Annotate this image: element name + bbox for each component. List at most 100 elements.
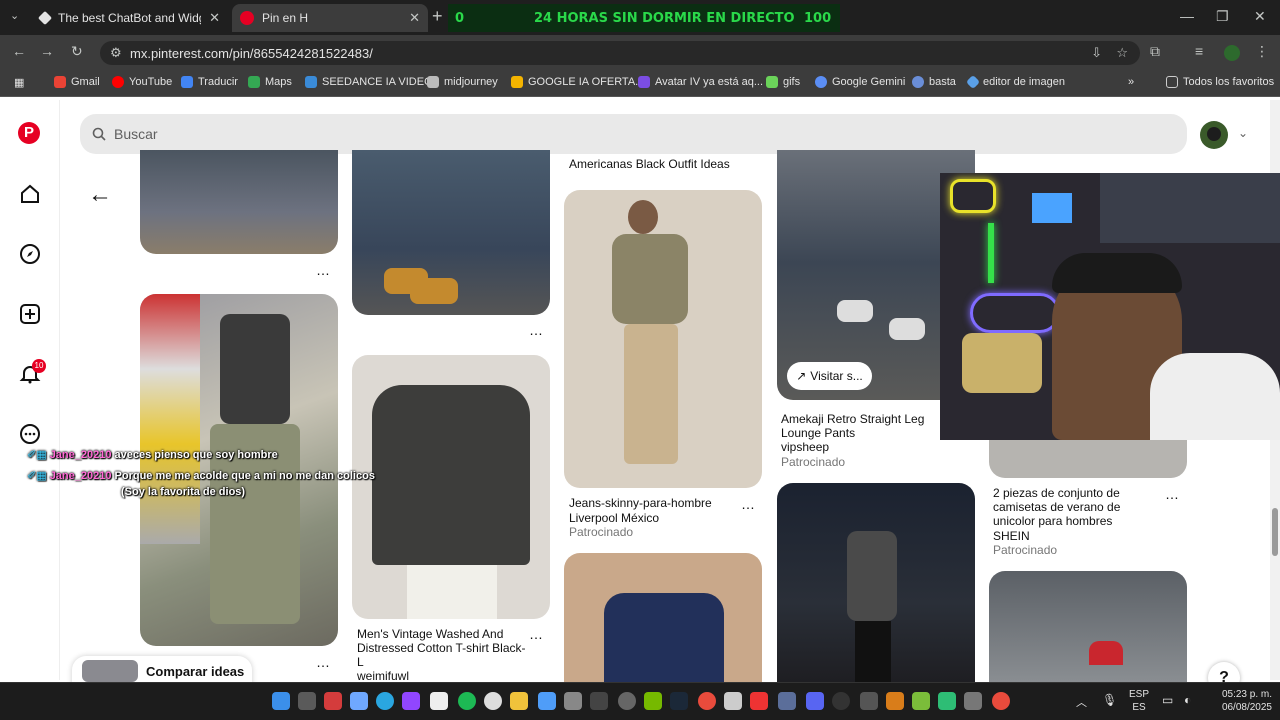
- volume-icon[interactable]: ◐: [1184, 693, 1191, 707]
- extensions-icon[interactable]: ⧉: [1150, 43, 1160, 60]
- url-field[interactable]: ⚙ mx.pinterest.com/pin/8655424281522483/…: [100, 41, 1140, 65]
- app-icon[interactable]: [886, 692, 904, 710]
- app-icon[interactable]: [430, 692, 448, 710]
- bookmark-gemini[interactable]: Google Gemini: [815, 76, 905, 88]
- bookmark-avatar[interactable]: Avatar IV ya está aq...: [638, 76, 763, 88]
- account-chevron-down-icon[interactable]: ⌄: [1238, 126, 1248, 140]
- chrome-icon[interactable]: [698, 692, 716, 710]
- pin-title[interactable]: Amekaji Retro Straight Leg Lounge Pants: [781, 412, 941, 440]
- bookmark-midjourney[interactable]: midjourney: [427, 76, 498, 88]
- copilot-icon[interactable]: [538, 692, 556, 710]
- tab-search-icon[interactable]: ⌄: [10, 9, 19, 22]
- app-icon[interactable]: [860, 692, 878, 710]
- pin-source[interactable]: SHEIN: [993, 529, 1030, 543]
- settings-icon[interactable]: [778, 692, 796, 710]
- back-icon[interactable]: ←: [12, 43, 26, 59]
- steam-icon[interactable]: [670, 692, 688, 710]
- start-icon[interactable]: [272, 692, 290, 710]
- close-tab-icon[interactable]: ✕: [209, 10, 220, 26]
- profile-icon[interactable]: [1224, 45, 1240, 61]
- tray-chevron-icon[interactable]: ︿: [1076, 694, 1087, 710]
- pin-image-jeans-street[interactable]: [140, 150, 338, 254]
- obs-icon[interactable]: [484, 692, 502, 710]
- pin-image-jacket-man[interactable]: [564, 190, 762, 488]
- pin-source[interactable]: weimifuwl: [357, 669, 409, 683]
- bookmark-seedance[interactable]: SEEDANCE IA VIDEO: [305, 76, 433, 88]
- discord-icon[interactable]: [806, 692, 824, 710]
- pin-title[interactable]: Men's Vintage Washed And Distressed Cott…: [357, 627, 527, 669]
- pin-image-night-street[interactable]: [777, 483, 975, 683]
- menu-icon[interactable]: ⋮: [1255, 43, 1269, 60]
- more-bookmarks-icon[interactable]: »: [1128, 76, 1134, 88]
- pin-options-icon[interactable]: …: [741, 496, 756, 512]
- pinterest-logo-icon[interactable]: P: [18, 122, 40, 144]
- app-icon[interactable]: [618, 692, 636, 710]
- bookmark-gmail[interactable]: Gmail: [54, 76, 100, 88]
- bookmark-maps[interactable]: Maps: [248, 76, 292, 88]
- visit-site-button[interactable]: ↗ Visitar s...: [787, 362, 872, 390]
- messages-icon[interactable]: [18, 422, 42, 446]
- explore-icon[interactable]: [18, 242, 42, 266]
- all-bookmarks[interactable]: Todos los favoritos: [1166, 76, 1274, 88]
- network-icon[interactable]: ▭: [1162, 693, 1173, 707]
- pin-title[interactable]: Jeans-skinny-para-hombre: [569, 496, 739, 510]
- file-explorer-icon[interactable]: [510, 692, 528, 710]
- pin-options-icon[interactable]: …: [316, 654, 331, 670]
- close-window-icon[interactable]: ✕: [1254, 8, 1266, 25]
- pin-options-icon[interactable]: …: [1165, 486, 1180, 502]
- scrollbar-thumb[interactable]: [1272, 508, 1278, 556]
- task-view-icon[interactable]: [298, 692, 316, 710]
- app-icon[interactable]: [938, 692, 956, 710]
- pin-image-boots[interactable]: [352, 150, 550, 315]
- bookmark-gifs[interactable]: gifs: [766, 76, 800, 88]
- bookmark-star-icon[interactable]: ☆: [1116, 45, 1128, 61]
- app-icon[interactable]: [590, 692, 608, 710]
- minimize-icon[interactable]: —: [1180, 8, 1194, 24]
- language-indicator[interactable]: ESP ES: [1126, 688, 1152, 714]
- app-icon[interactable]: [832, 692, 850, 710]
- pin-image-shirt-set[interactable]: [989, 440, 1187, 478]
- search-input[interactable]: Buscar: [80, 114, 1187, 154]
- pin-options-icon[interactable]: …: [529, 626, 544, 642]
- pin-image-denim-jacket[interactable]: [564, 553, 762, 683]
- nvidia-icon[interactable]: [644, 692, 662, 710]
- close-tab-icon[interactable]: ✕: [409, 10, 420, 26]
- site-info-icon[interactable]: ⚙: [110, 45, 122, 61]
- pin-options-icon[interactable]: …: [316, 262, 331, 278]
- twitch-icon[interactable]: [402, 692, 420, 710]
- pin-image-building[interactable]: [989, 571, 1187, 683]
- new-tab-icon[interactable]: +: [432, 6, 443, 27]
- microphone-icon[interactable]: 🎙: [1102, 693, 1117, 707]
- tab-chatbot[interactable]: The best ChatBot and Widgets ✕: [32, 4, 228, 32]
- chrome-active-icon[interactable]: [992, 692, 1010, 710]
- app-icon[interactable]: [750, 692, 768, 710]
- install-icon[interactable]: ⇩: [1091, 45, 1102, 61]
- app-icon[interactable]: [324, 692, 342, 710]
- app-icon[interactable]: [724, 692, 742, 710]
- camera-icon[interactable]: [564, 692, 582, 710]
- app-icon[interactable]: [912, 692, 930, 710]
- avatar[interactable]: [1200, 121, 1228, 149]
- tab-pinterest[interactable]: Pin en H ✕: [232, 4, 428, 32]
- notepad-icon[interactable]: [350, 692, 368, 710]
- pin-source[interactable]: vipsheep: [781, 440, 829, 454]
- home-icon[interactable]: [18, 182, 42, 206]
- reload-icon[interactable]: ↻: [71, 43, 83, 60]
- spotify-icon[interactable]: [458, 692, 476, 710]
- create-icon[interactable]: [18, 302, 42, 326]
- bookmark-traducir[interactable]: Traducir: [181, 76, 238, 88]
- bookmark-google-ia[interactable]: GOOGLE IA OFERTA...: [511, 76, 644, 88]
- pin-image-tshirt[interactable]: [352, 355, 550, 619]
- pin-options-icon[interactable]: …: [529, 322, 544, 338]
- media-icon[interactable]: ≡: [1195, 43, 1203, 59]
- maximize-icon[interactable]: ❐: [1216, 8, 1229, 25]
- forward-icon[interactable]: →: [40, 43, 54, 59]
- bookmark-basta[interactable]: basta: [912, 76, 956, 88]
- bookmark-editor[interactable]: editor de imagen: [965, 74, 1065, 90]
- back-arrow-icon[interactable]: ←: [88, 181, 112, 209]
- telegram-icon[interactable]: [376, 692, 394, 710]
- share-icon[interactable]: [964, 692, 982, 710]
- apps-icon[interactable]: ▦: [14, 76, 24, 89]
- pin-source[interactable]: Liverpool México: [569, 511, 659, 525]
- clock[interactable]: 05:23 p. m. 06/08/2025: [1206, 688, 1272, 714]
